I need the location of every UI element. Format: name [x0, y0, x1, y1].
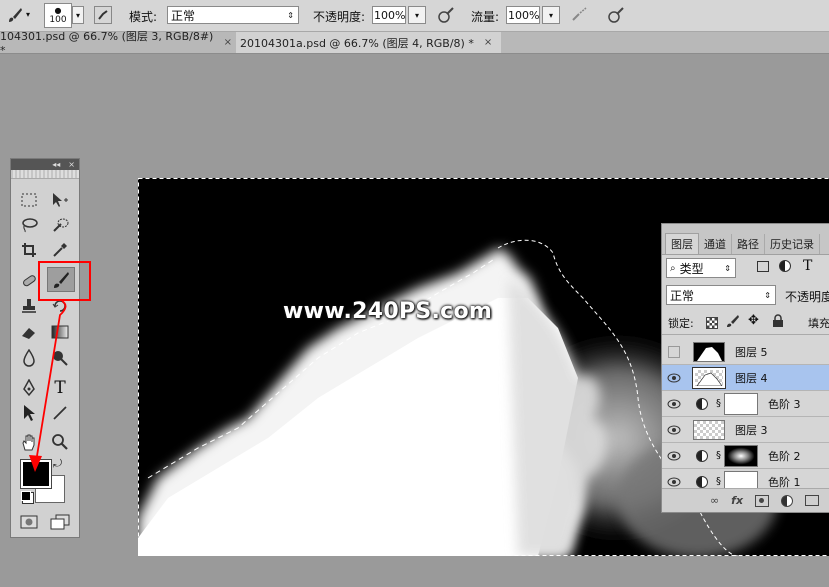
annotation-arrow [29, 300, 67, 472]
